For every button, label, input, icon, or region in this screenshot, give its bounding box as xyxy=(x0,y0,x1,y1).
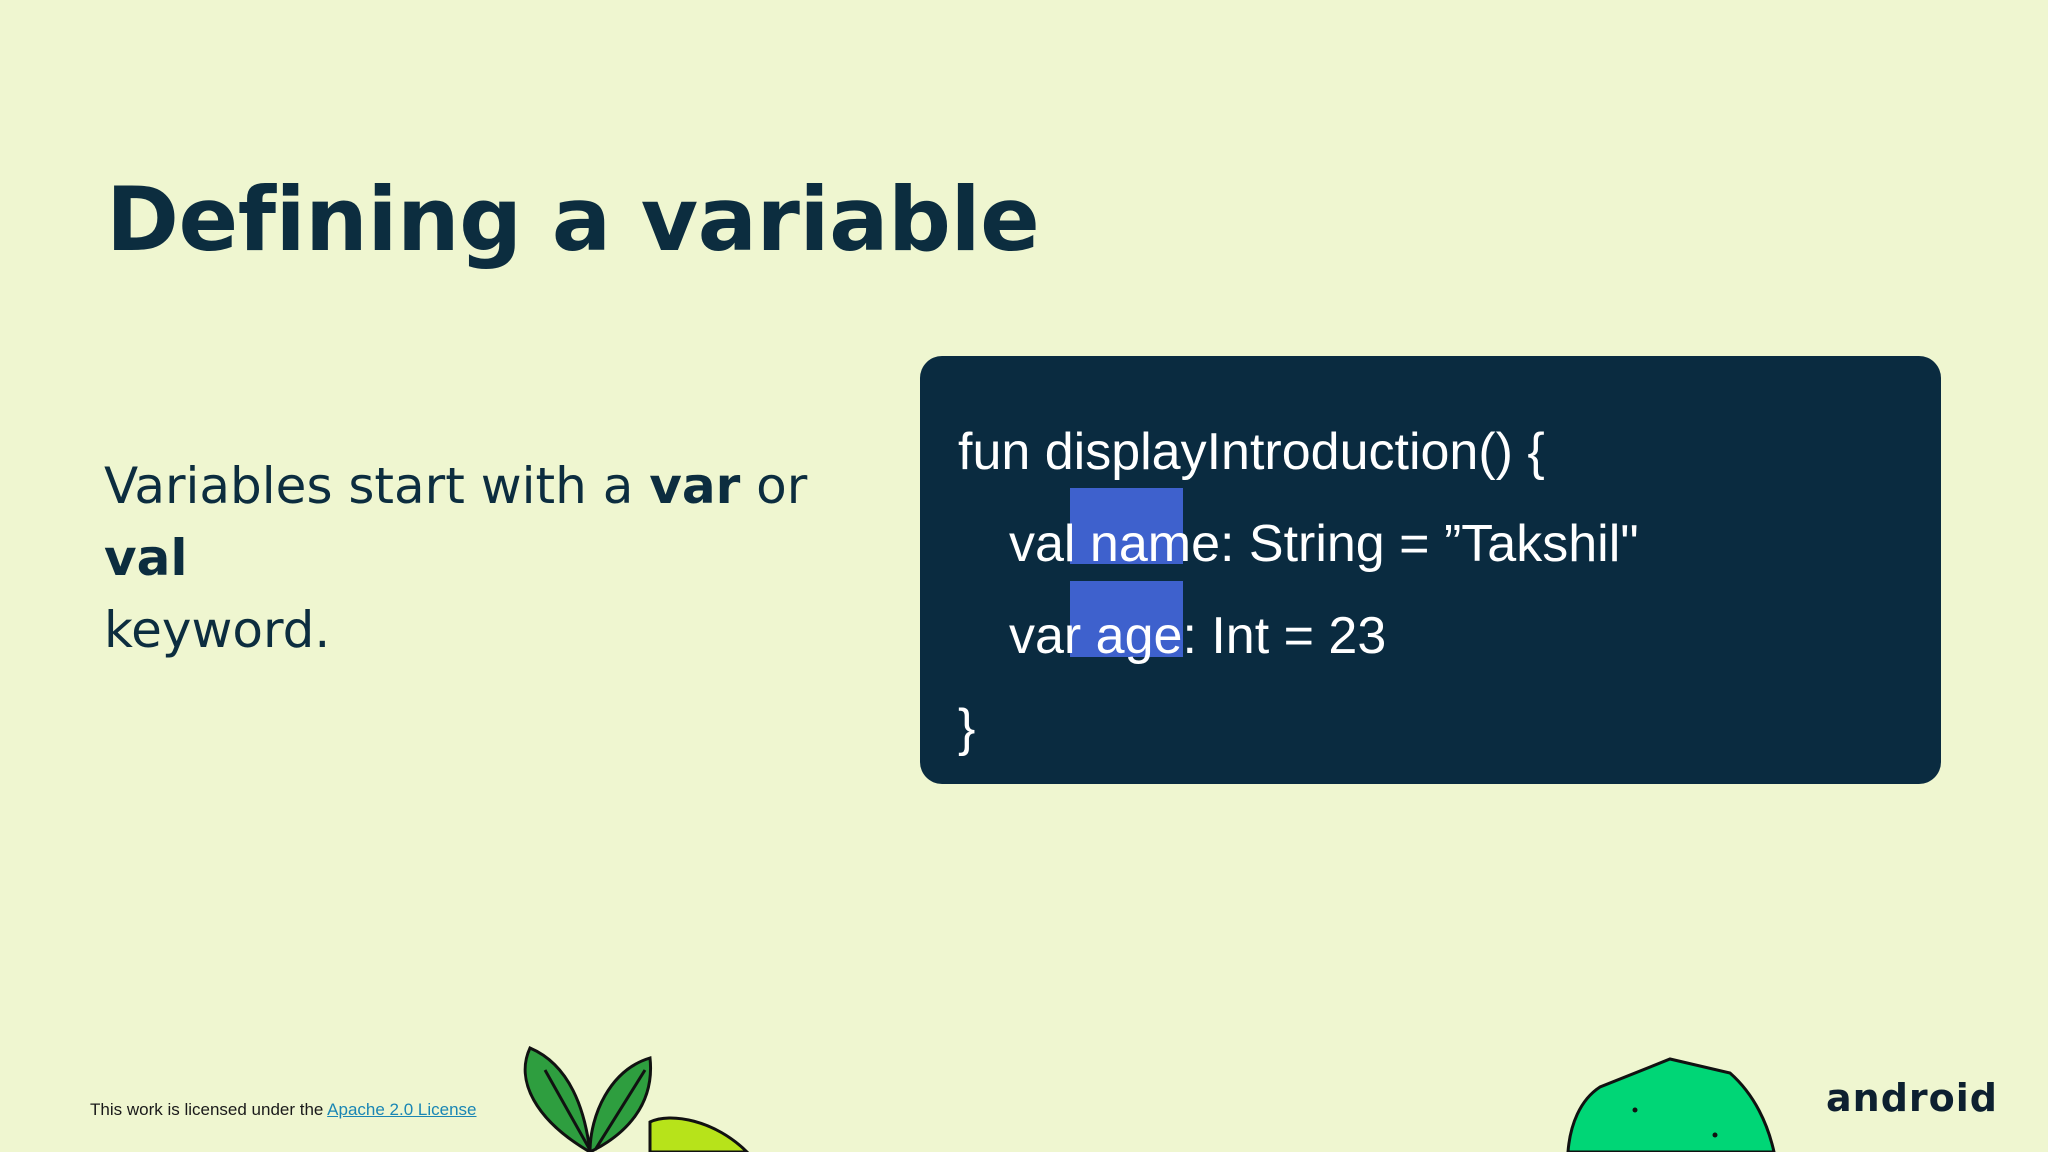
body-text-part2: or xyxy=(740,457,808,515)
android-logo: android xyxy=(1826,1076,1998,1120)
code-line-3: var age: Int = 23 xyxy=(1009,607,1387,665)
val-keyword: val xyxy=(104,529,188,587)
body-text-part1: Variables start with a xyxy=(104,457,650,515)
license-text: This work is licensed under the xyxy=(90,1100,328,1119)
code-line-1: fun displayIntroduction() { xyxy=(958,423,1545,481)
license-link[interactable]: Apache 2.0 License xyxy=(327,1100,476,1119)
green-blob-illustration xyxy=(1566,1057,1776,1152)
var-keyword: var xyxy=(649,457,741,515)
code-line-4: } xyxy=(958,699,976,757)
slide-body-text: Variables start with a var or val keywor… xyxy=(104,450,864,666)
code-block: fun displayIntroduction() { val name: St… xyxy=(920,356,1941,784)
slide-title: Defining a variable xyxy=(106,168,1040,271)
license-notice: This work is licensed under the Apache 2… xyxy=(90,1100,477,1120)
body-text-part3: keyword. xyxy=(104,601,331,659)
leaves-illustration xyxy=(523,1046,750,1152)
code-line-2: val name: String = ”Takshil" xyxy=(1009,515,1639,573)
